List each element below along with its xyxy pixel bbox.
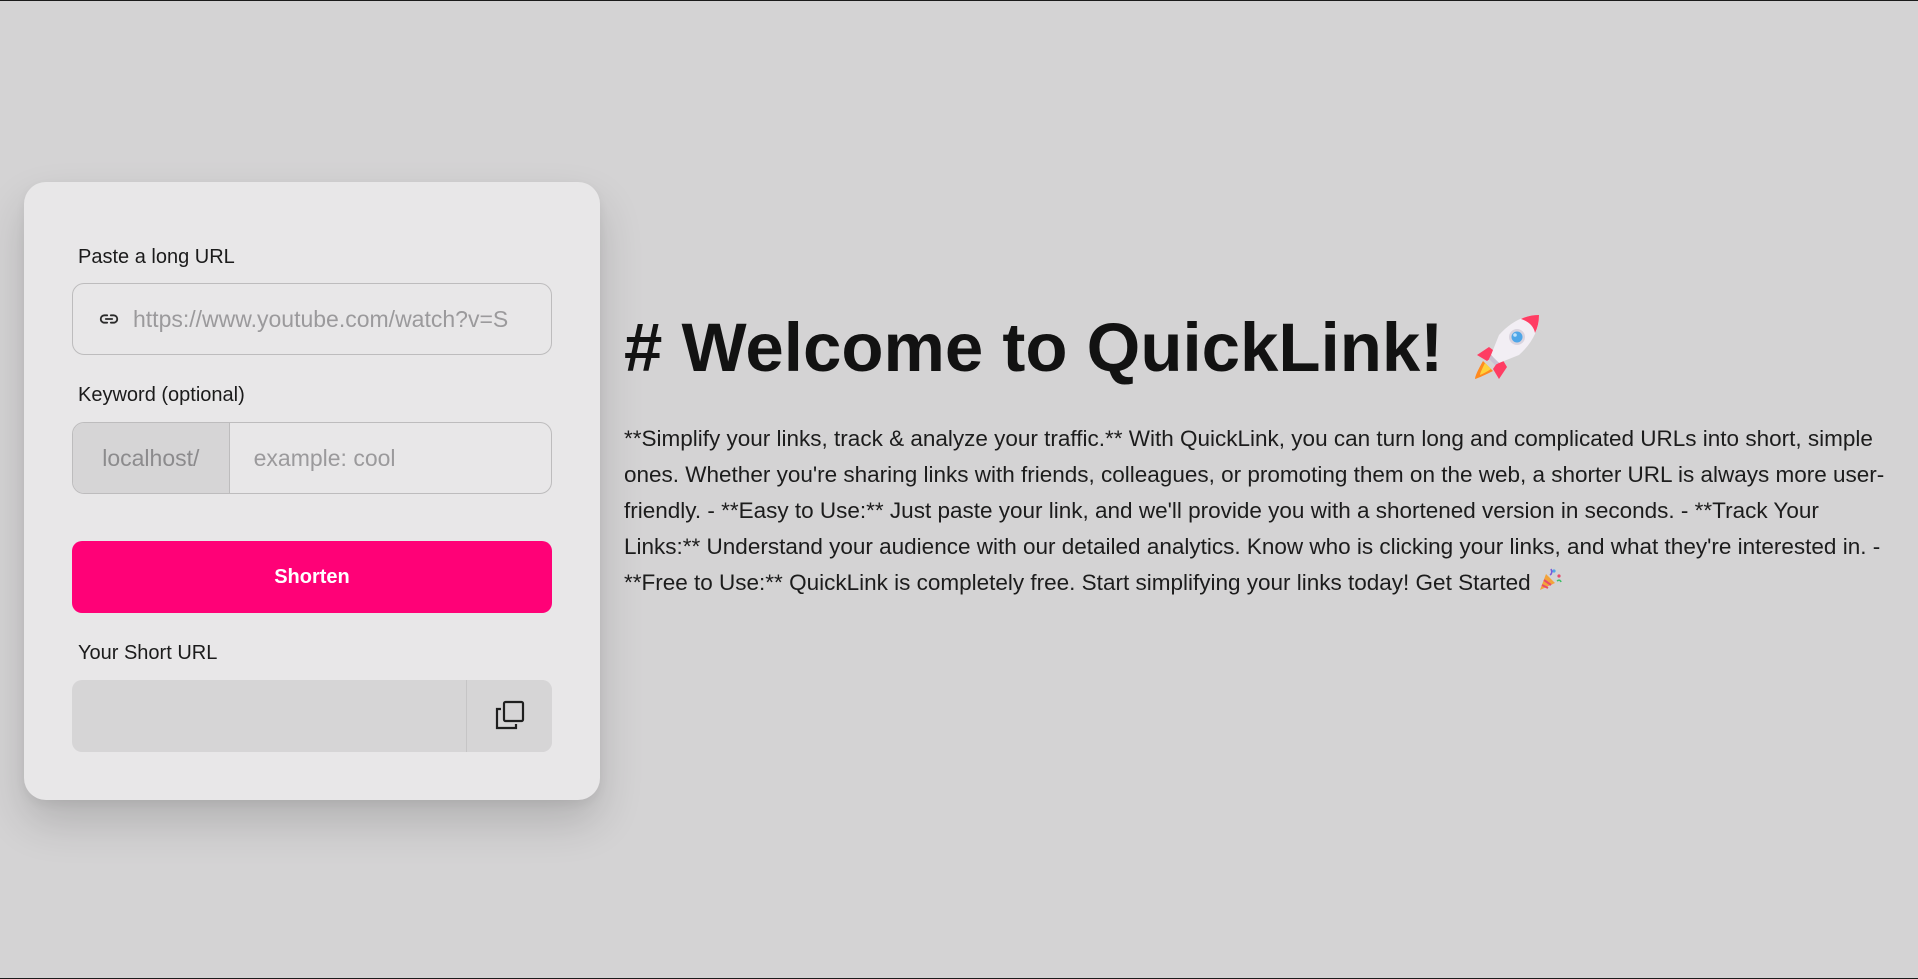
keyword-input[interactable]	[229, 423, 551, 493]
party-popper-icon	[1537, 566, 1563, 603]
intro-paragraph: **Simplify your links, track & analyze y…	[624, 421, 1894, 603]
keyword-label: Keyword (optional)	[78, 384, 245, 406]
short-url-field	[72, 680, 552, 752]
copy-button[interactable]	[466, 680, 552, 752]
page-title: # Welcome to QuickLink!	[624, 309, 1545, 385]
keyword-prefix: localhost/	[73, 423, 230, 493]
page-title-text: # Welcome to QuickLink!	[624, 308, 1444, 386]
long-url-field[interactable]	[72, 283, 552, 355]
rocket-icon	[1469, 309, 1545, 385]
short-url-output[interactable]	[72, 680, 466, 752]
long-url-input[interactable]	[133, 305, 523, 333]
copy-icon	[494, 699, 526, 734]
link-icon	[97, 307, 121, 331]
short-url-label: Your Short URL	[78, 642, 218, 664]
shorten-form-card: Paste a long URL Keyword (optional) loca…	[24, 182, 600, 800]
keyword-field[interactable]: localhost/	[72, 422, 552, 494]
shorten-button[interactable]: Shorten	[72, 541, 552, 613]
intro-text: **Simplify your links, track & analyze y…	[624, 426, 1885, 595]
long-url-label: Paste a long URL	[78, 246, 235, 268]
